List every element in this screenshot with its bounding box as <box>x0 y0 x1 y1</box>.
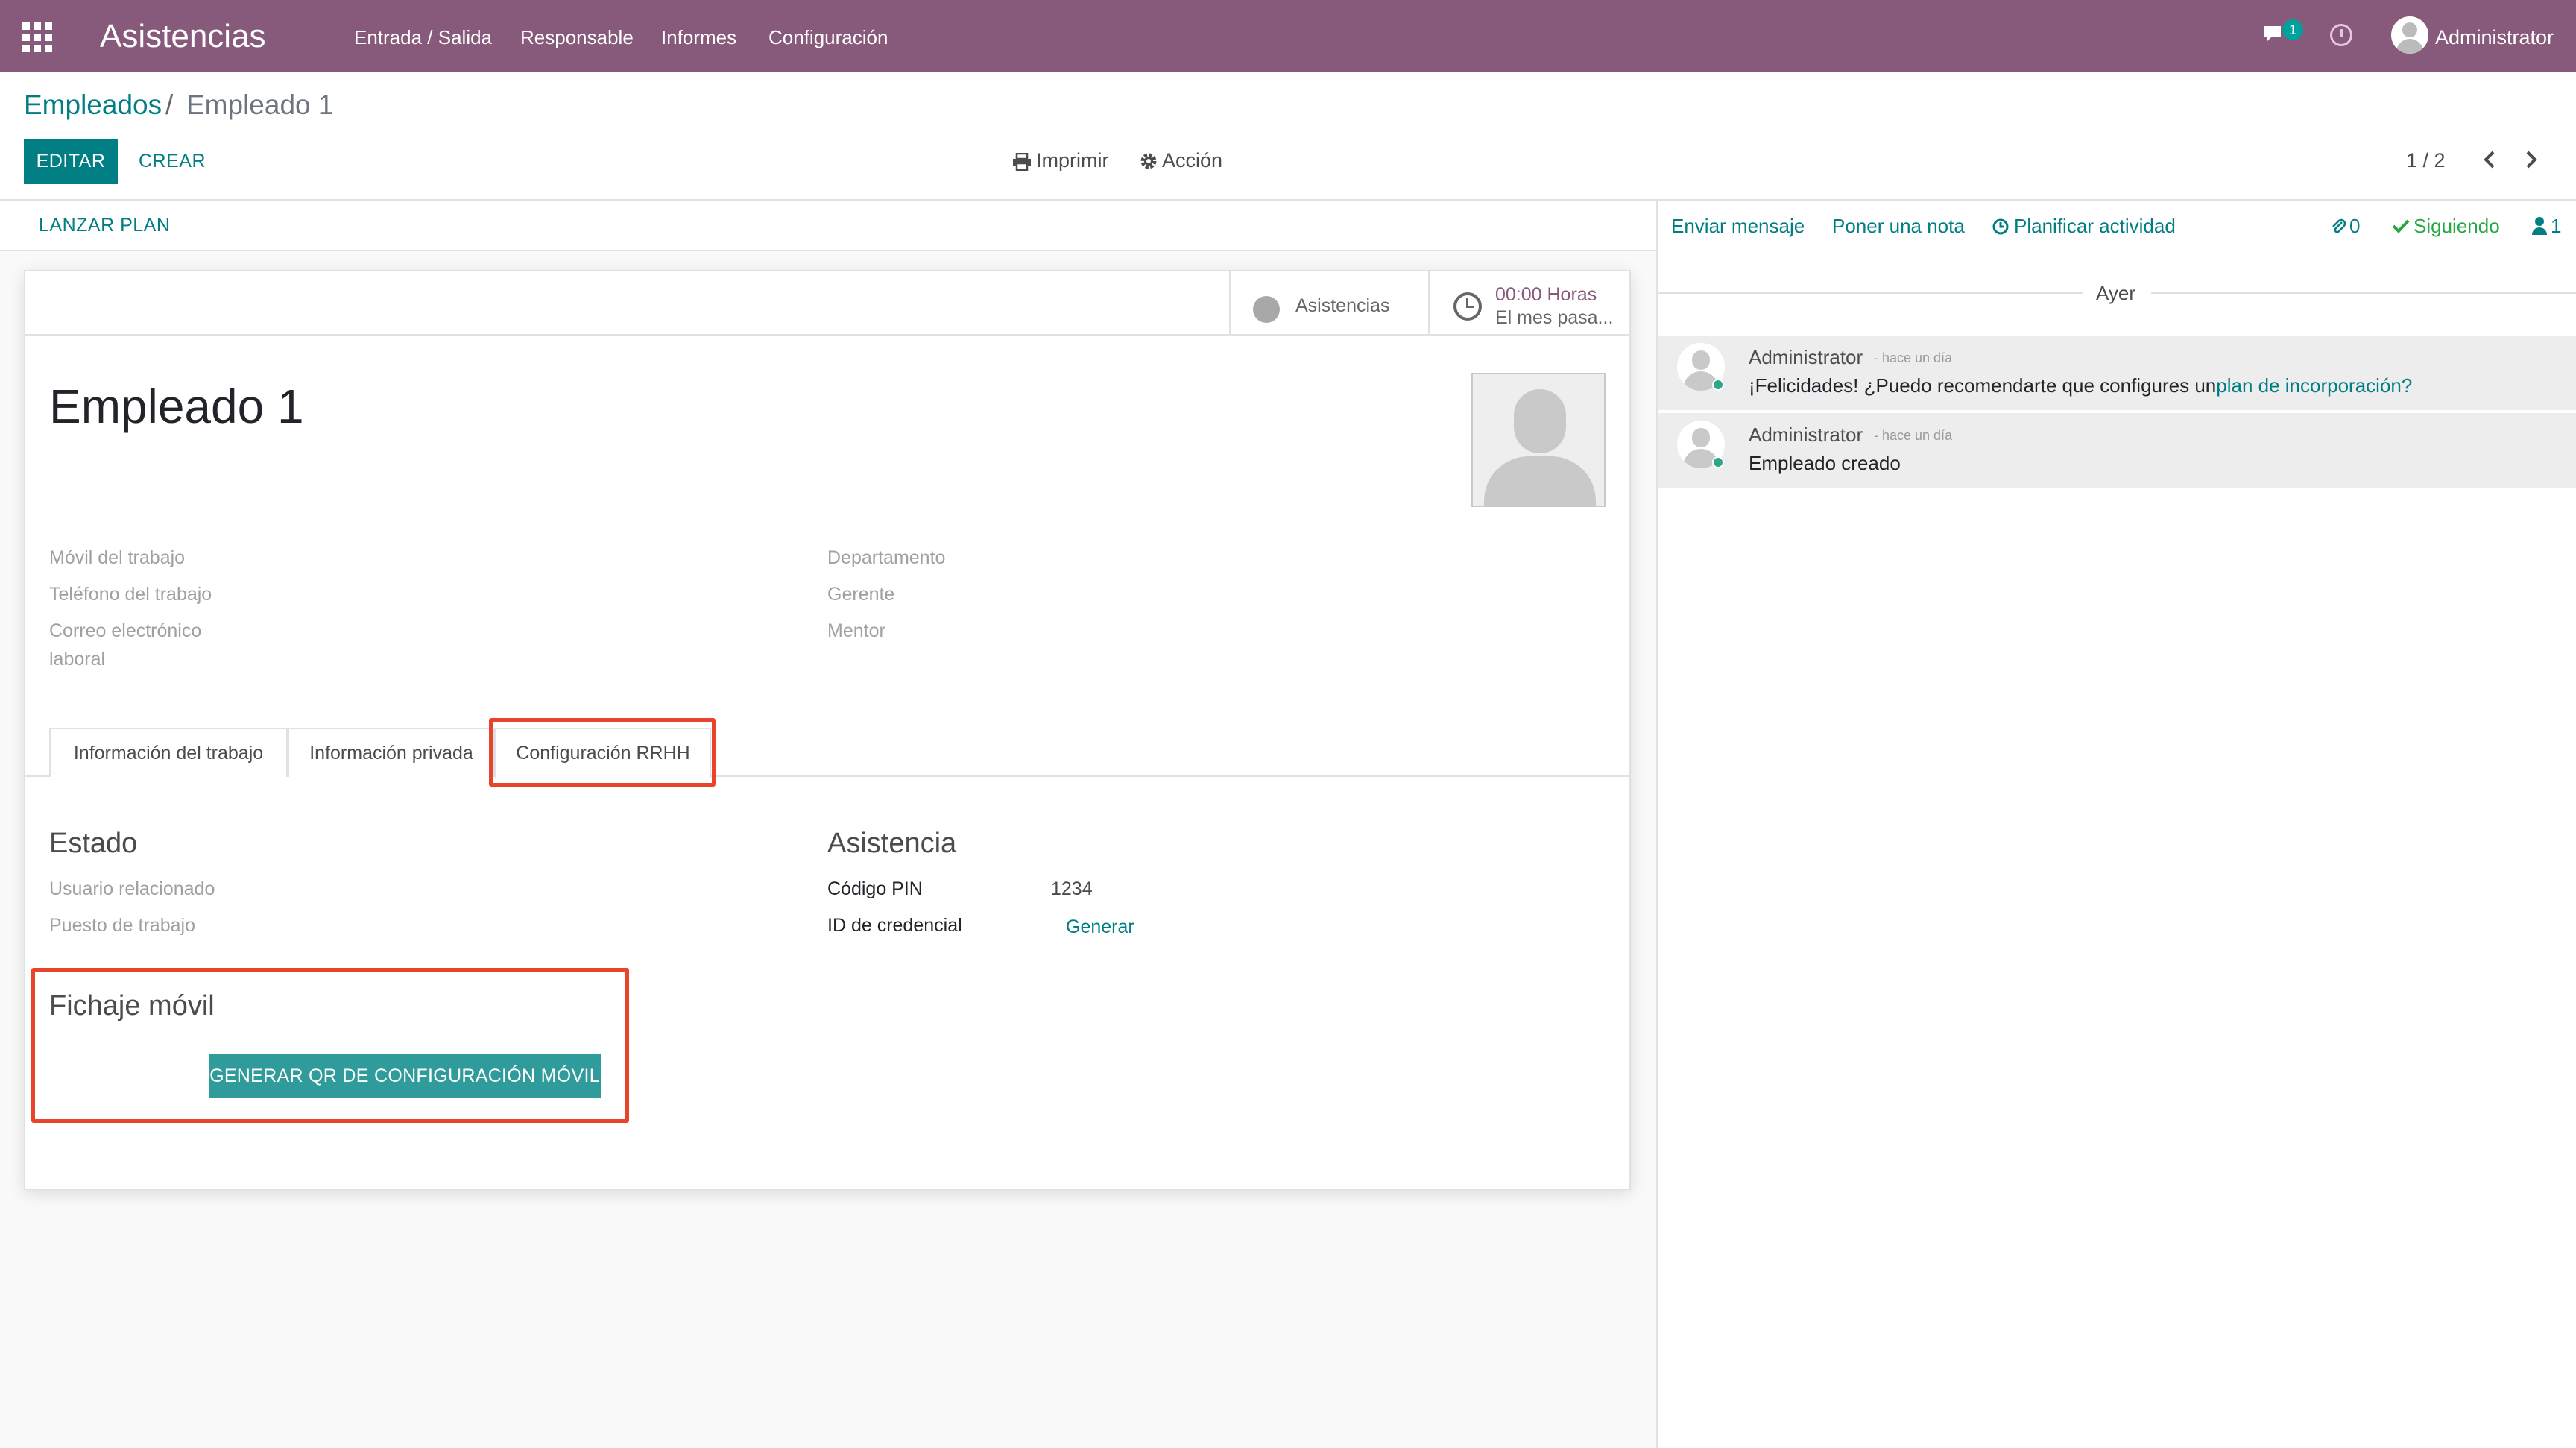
message-body: Empleado creado <box>1749 452 1901 474</box>
message-body: ¡Felicidades! ¿Puedo recomendarte que co… <box>1749 374 2412 397</box>
log-note-button[interactable]: Poner una nota <box>1832 215 1965 238</box>
label-badge-id: ID de credencial <box>827 915 962 936</box>
asistencia-title: Asistencia <box>827 828 957 859</box>
form-statusbar <box>0 201 1656 251</box>
message-date: - hace un día <box>1874 428 1953 443</box>
print-button[interactable]: Imprimir <box>1036 149 1108 172</box>
tab-private-information[interactable]: Información privada <box>288 728 495 777</box>
follower-user-icon[interactable] <box>2531 216 2548 236</box>
apps-menu-icon[interactable] <box>22 22 52 52</box>
label-related-user: Usuario relacionado <box>49 878 215 899</box>
date-separator: Ayer <box>2096 282 2135 304</box>
messaging-icon[interactable] <box>2263 23 2285 44</box>
separator-line-right <box>2151 292 2576 294</box>
menu-configuracion[interactable]: Configuración <box>768 26 888 49</box>
check-icon <box>2392 219 2410 233</box>
action-button[interactable]: Acción <box>1162 149 1222 172</box>
launch-plan-button[interactable]: LANZAR PLAN <box>39 215 170 236</box>
breadcrumb-separator: / <box>165 89 174 120</box>
label-work-mobile: Móvil del trabajo <box>49 547 186 568</box>
attendance-smart-label: Asistencias <box>1295 295 1390 316</box>
message-author[interactable]: Administrator <box>1749 424 1863 447</box>
schedule-activity-button[interactable]: Planificar actividad <box>2014 215 2176 238</box>
user-name[interactable]: Administrator <box>2435 26 2554 49</box>
user-avatar[interactable] <box>2391 16 2428 54</box>
hours-value: 00:00 Horas <box>1495 284 1597 305</box>
create-button[interactable]: CREAR <box>139 151 206 172</box>
label-work-email-line2: laboral <box>49 649 106 670</box>
hours-subtitle: El mes pasa... <box>1495 307 1614 328</box>
paperclip-icon[interactable] <box>2330 216 2346 236</box>
label-work-phone: Teléfono del trabajo <box>49 584 212 605</box>
highlight-box-fichaje <box>31 968 629 1123</box>
activity-clock-icon[interactable] <box>2330 24 2352 46</box>
separator-line-left <box>1658 292 2083 294</box>
label-job-position: Puesto de trabajo <box>49 915 195 936</box>
employee-photo[interactable] <box>1471 373 1606 507</box>
menu-entrada-salida[interactable]: Entrada / Salida <box>354 26 492 49</box>
estado-title: Estado <box>49 828 138 859</box>
messages-badge: 1 <box>2282 19 2303 40</box>
onboarding-plan-link[interactable]: plan de incorporación? <box>2216 374 2412 397</box>
message-author[interactable]: Administrator <box>1749 346 1863 369</box>
chevron-right-icon[interactable] <box>2522 150 2539 169</box>
label-work-email: Correo electrónico <box>49 620 202 641</box>
gear-icon[interactable] <box>1139 151 1158 171</box>
schedule-clock-icon[interactable] <box>1992 218 2010 236</box>
clock-icon <box>1453 292 1482 321</box>
pin-code-value[interactable]: 1234 <box>1051 878 1093 900</box>
online-status-dot <box>1712 379 1724 391</box>
following-button[interactable]: Siguiendo <box>2414 215 2500 238</box>
menu-informes[interactable]: Informes <box>661 26 736 49</box>
label-pin-code: Código PIN <box>827 878 923 899</box>
control-panel <box>0 72 2576 201</box>
presence-status-icon <box>1253 296 1280 323</box>
pager-value[interactable]: 1 / 2 <box>2406 149 2446 172</box>
attachments-count[interactable]: 0 <box>2349 215 2360 238</box>
app-title[interactable]: Asistencias <box>100 18 266 55</box>
label-department: Departamento <box>827 547 946 568</box>
generate-badge-link[interactable]: Generar <box>1066 916 1134 938</box>
label-mentor: Mentor <box>827 620 886 641</box>
menu-responsable[interactable]: Responsable <box>520 26 634 49</box>
online-status-dot <box>1712 456 1724 468</box>
followers-count[interactable]: 1 <box>2551 215 2561 238</box>
print-icon[interactable] <box>1012 153 1032 171</box>
edit-button[interactable]: EDITAR <box>24 139 118 184</box>
highlight-box-tab <box>489 718 716 787</box>
top-navbar: Asistencias Entrada / Salida Responsable… <box>0 0 2576 72</box>
label-manager: Gerente <box>827 584 895 605</box>
breadcrumb-employees-link[interactable]: Empleados <box>24 89 162 121</box>
message-text: ¡Felicidades! ¿Puedo recomendarte que co… <box>1749 374 2217 397</box>
message-date: - hace un día <box>1874 350 1953 365</box>
tab-work-information[interactable]: Información del trabajo <box>49 728 288 777</box>
employee-name[interactable]: Empleado 1 <box>49 379 304 434</box>
breadcrumb-current: Empleado 1 <box>186 89 334 120</box>
chevron-left-icon[interactable] <box>2482 150 2498 169</box>
send-message-button[interactable]: Enviar mensaje <box>1671 215 1805 238</box>
